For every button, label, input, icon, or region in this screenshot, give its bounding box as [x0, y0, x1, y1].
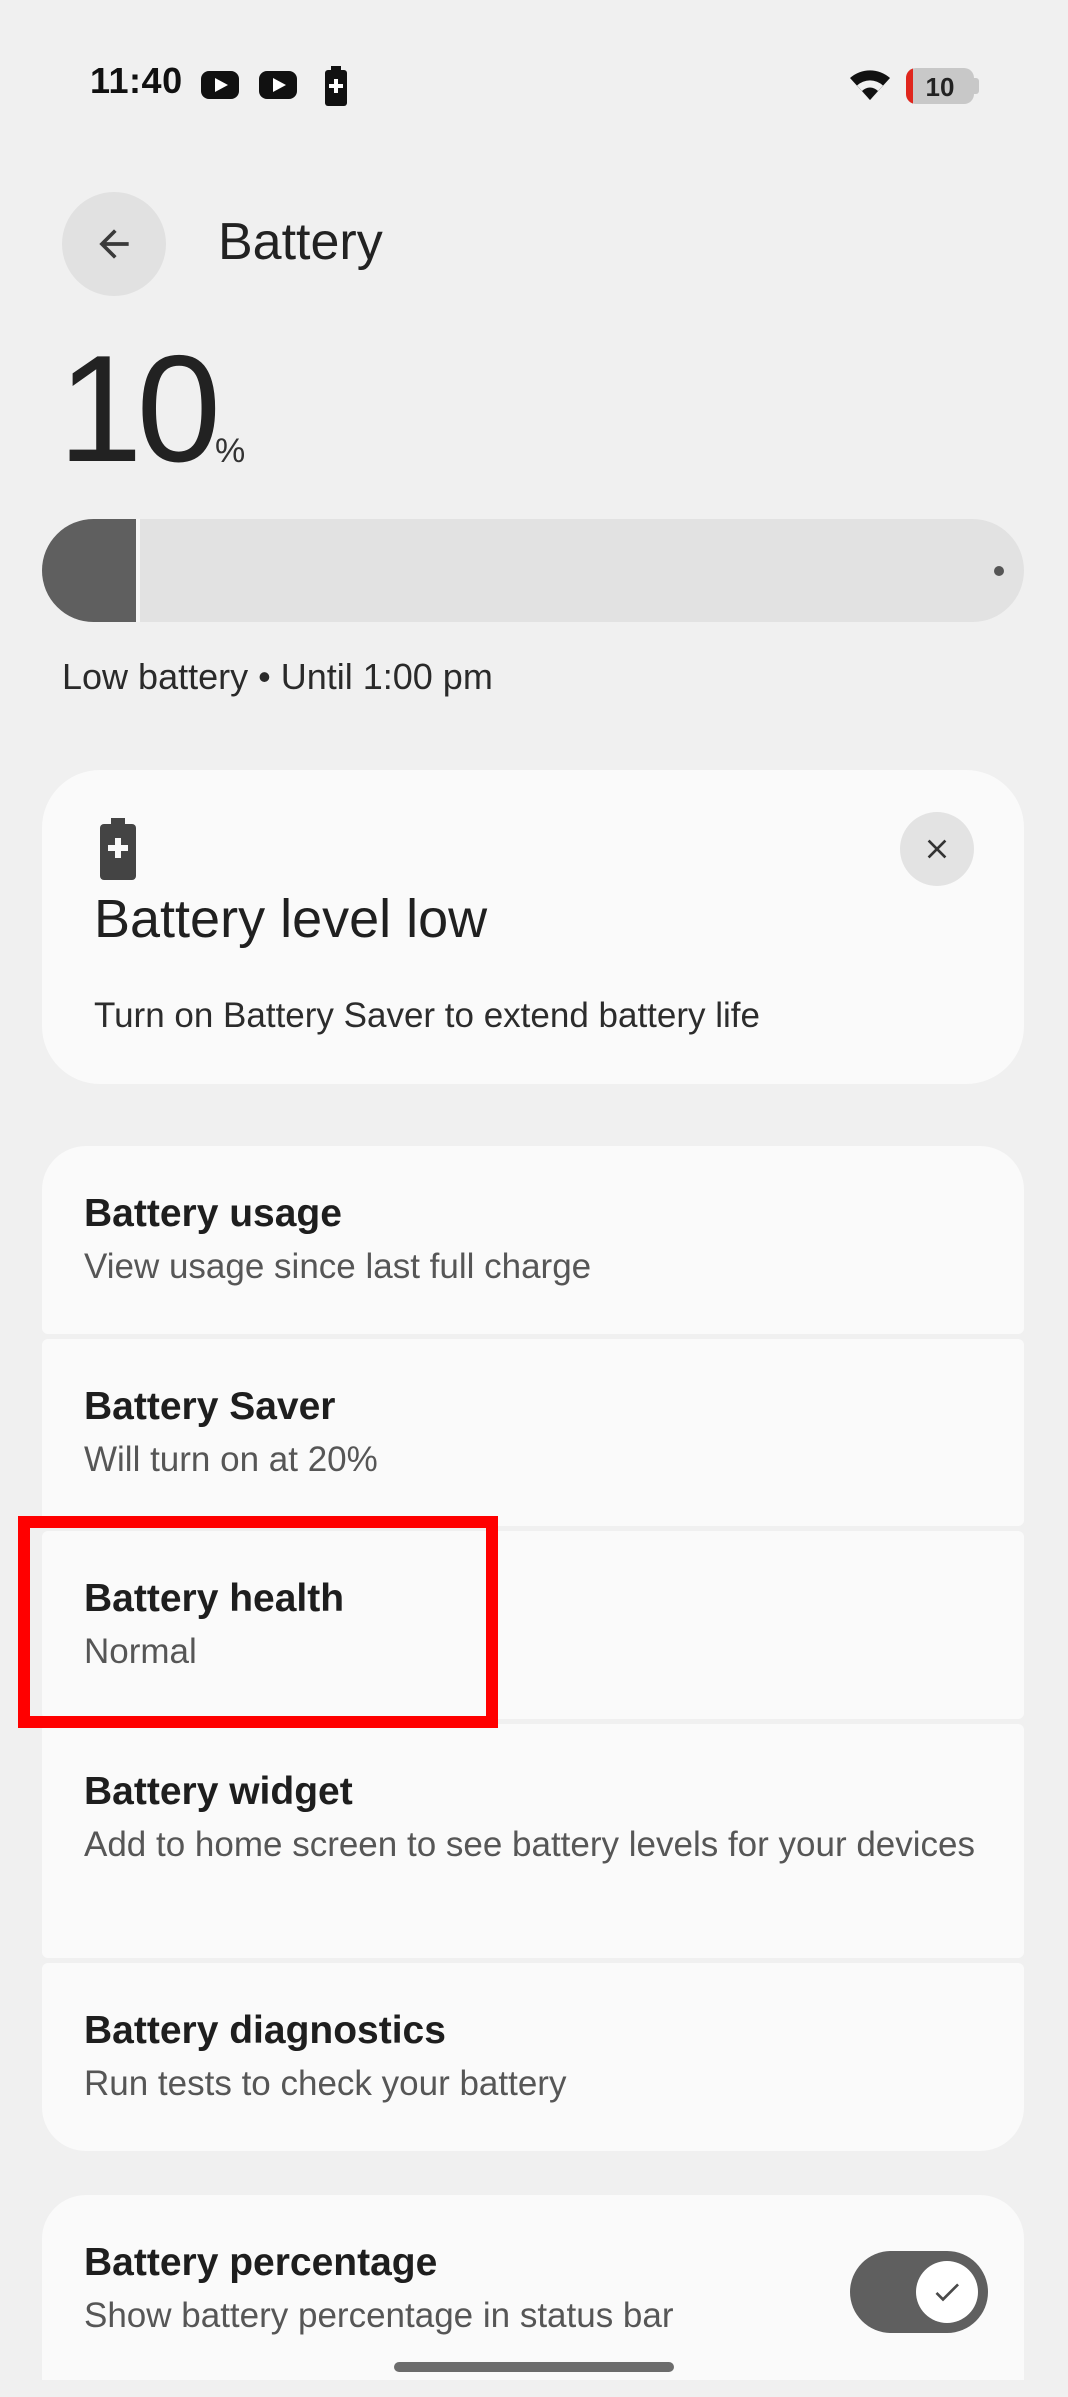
battery-level-end-dot [994, 566, 1004, 576]
alert-title: Battery level low [94, 889, 488, 949]
home-indicator[interactable] [394, 2362, 674, 2372]
status-time: 11:40 [90, 60, 183, 101]
battery-level-fill [42, 519, 140, 622]
battery-widget-item[interactable]: Battery widget Add to home screen to see… [42, 1724, 1024, 1958]
battery-level-unit: % [215, 432, 246, 470]
item-title: Battery Saver [84, 1385, 336, 1428]
wifi-icon [848, 66, 892, 107]
youtube-icon [259, 71, 297, 99]
battery-alert-icon [98, 818, 138, 885]
youtube-icon [201, 71, 239, 99]
item-title: Battery percentage [84, 2241, 438, 2284]
battery-level-bar [42, 519, 1024, 622]
page-title: Battery [218, 213, 383, 271]
battery-diagnostics-item[interactable]: Battery diagnostics Run tests to check y… [42, 1963, 1024, 2151]
check-icon [935, 2283, 959, 2302]
item-title: Battery widget [84, 1770, 353, 1813]
battery-saver-item[interactable]: Battery Saver Will turn on at 20% [42, 1339, 1024, 1526]
highlight-box [18, 1516, 498, 1728]
battery-percentage-item[interactable]: Battery percentage Show battery percenta… [42, 2195, 1024, 2380]
close-button[interactable] [900, 812, 974, 886]
alert-body: Turn on Battery Saver to extend battery … [94, 996, 760, 1035]
item-subtitle: Show battery percentage in status bar [84, 2296, 674, 2335]
battery-percentage-toggle[interactable] [850, 2251, 988, 2333]
item-subtitle: Add to home screen to see battery levels… [84, 1825, 976, 1864]
battery-level-number: 10 [58, 324, 221, 494]
back-button[interactable] [62, 192, 166, 296]
status-battery-indicator: 10 [906, 68, 974, 104]
battery-low-card[interactable]: Battery level low Turn on Battery Saver … [42, 770, 1024, 1084]
item-title: Battery usage [84, 1192, 342, 1235]
toggle-knob [916, 2261, 978, 2323]
item-subtitle: Will turn on at 20% [84, 1440, 378, 1479]
item-subtitle: View usage since last full charge [84, 1247, 592, 1286]
close-icon [927, 839, 947, 859]
status-battery-level: 10 [925, 72, 955, 102]
battery-usage-item[interactable]: Battery usage View usage since last full… [42, 1146, 1024, 1334]
item-subtitle: Run tests to check your battery [84, 2064, 567, 2103]
battery-status-text: Low battery • Until 1:00 pm [62, 656, 493, 697]
item-title: Battery diagnostics [84, 2009, 446, 2052]
arrow-left-icon [99, 229, 129, 259]
status-battery-tip [974, 78, 979, 94]
battery-charging-icon [323, 66, 349, 111]
